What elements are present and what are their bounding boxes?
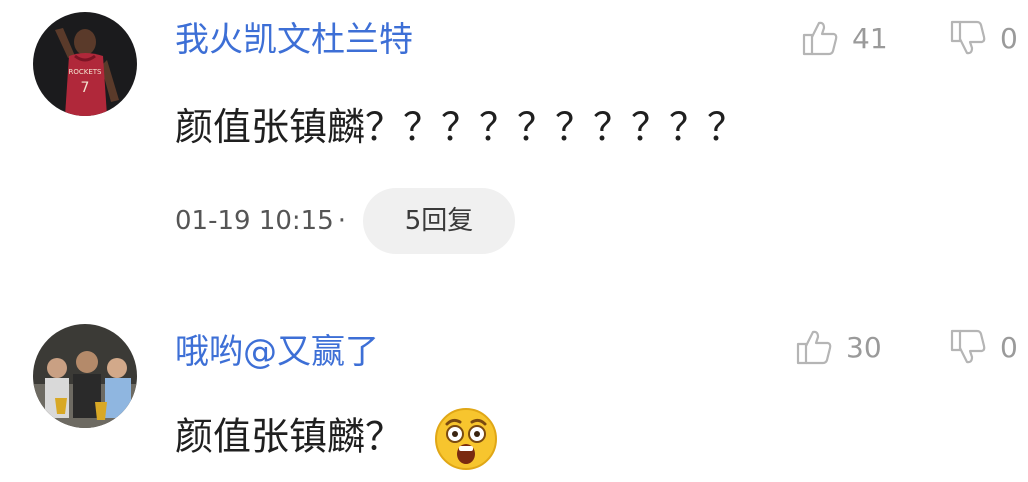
comment-item: 哦哟@又赢了 30 0 颜值张镇麟？ <box>0 0 1028 481</box>
comment-text: 颜值张镇麟？ <box>175 414 404 459</box>
comment-text-row: 颜值张镇麟？ <box>175 406 499 472</box>
thumbs-up-icon <box>796 330 832 365</box>
dislike-count: 0 <box>1000 330 1018 364</box>
like-count: 30 <box>846 330 882 364</box>
thumbs-down-icon <box>950 329 986 364</box>
avatar[interactable] <box>33 324 137 428</box>
dislike-button[interactable]: 0 <box>948 323 1018 371</box>
like-button[interactable]: 30 <box>794 323 882 371</box>
astonished-face-icon <box>433 406 499 472</box>
username[interactable]: 哦哟@又赢了 <box>175 332 379 372</box>
